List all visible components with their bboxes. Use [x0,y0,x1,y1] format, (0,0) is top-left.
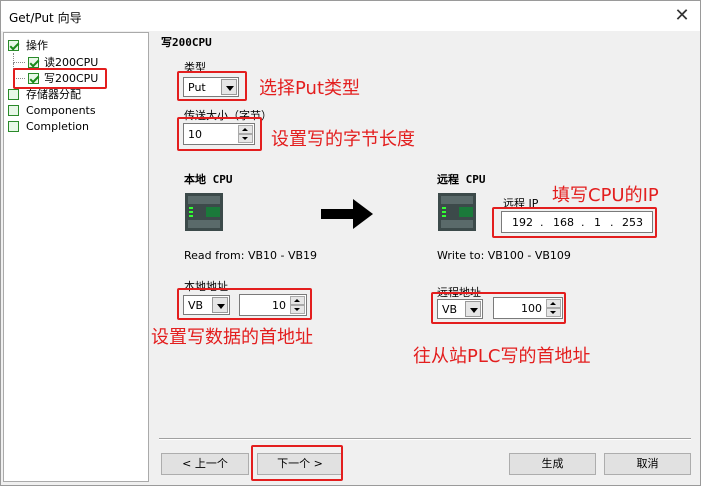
prev-button[interactable]: < 上一个 [161,453,249,475]
highlight-box [177,117,262,151]
highlight-box [13,68,107,89]
checkbox-icon [8,121,19,132]
read-from-text: Read from: VB10 - VB19 [184,249,318,262]
section-title: 写200CPU [161,36,212,49]
checkbox-icon [8,105,19,116]
arrow-right-icon [321,199,373,229]
annotation-type: 选择Put类型 [259,78,361,99]
annotation-remote-addr: 往从站PLC写的首地址 [413,346,591,367]
divider [159,438,691,440]
write-to-text: Write to: VB100 - VB109 [437,249,571,262]
finish-button[interactable]: 生成 [509,453,596,475]
highlight-box [492,207,657,238]
check-icon [8,40,19,51]
highlight-box [431,292,566,324]
highlight-box [177,71,247,101]
wizard-window: Get/Put 向导 ✕ 操作 读200CPU 写200CPU 存储器分配 Co… [0,0,701,486]
annotation-size: 设置写的字节长度 [271,129,415,150]
title-bar: Get/Put 向导 ✕ [1,1,700,31]
annotation-local-addr: 设置写数据的首地址 [151,327,313,348]
annotation-ip: 填写CPU的IP [552,185,659,206]
window-title: Get/Put 向导 [9,11,82,25]
checkbox-icon [8,89,19,100]
cancel-button[interactable]: 取消 [604,453,691,475]
highlight-box [251,445,343,481]
plc-icon [185,193,223,231]
highlight-box [177,288,312,320]
remote-cpu-title: 远程 CPU [437,173,486,186]
close-icon[interactable]: ✕ [670,4,694,28]
plc-icon [438,193,476,231]
local-cpu-title: 本地 CPU [184,173,233,186]
tree-line [13,53,25,63]
check-icon [28,57,39,68]
step-tree: 操作 读200CPU 写200CPU 存储器分配 Components Comp… [3,32,149,482]
